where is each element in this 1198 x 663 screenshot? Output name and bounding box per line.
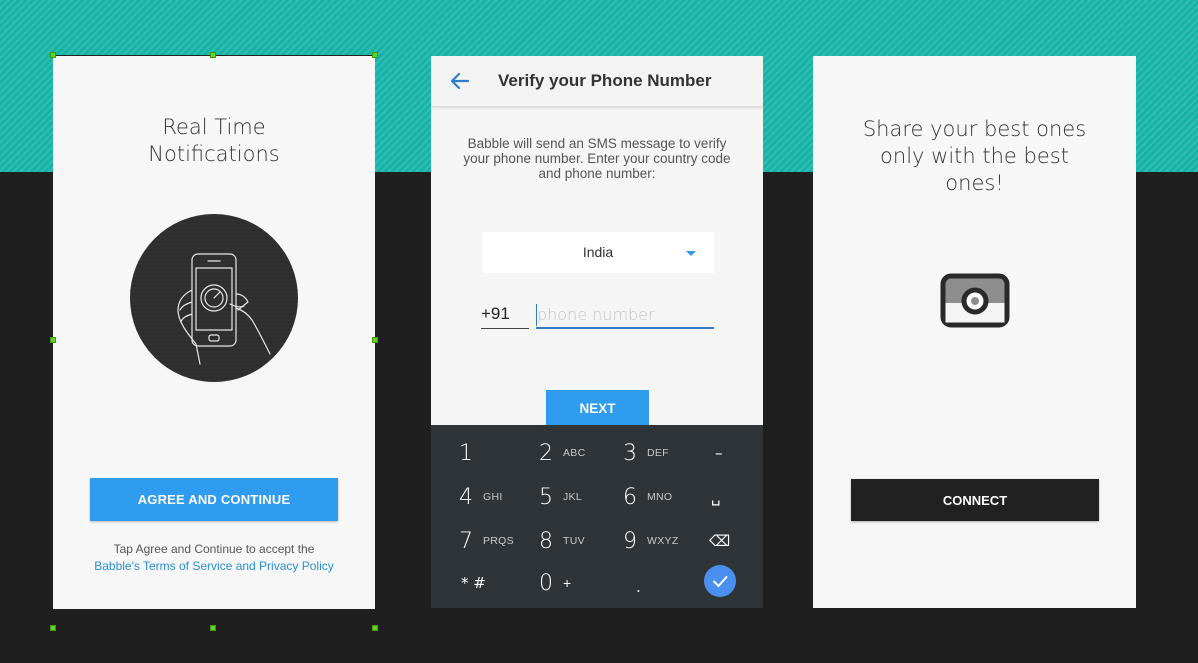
- key-3[interactable]: 3 DEF: [623, 431, 669, 475]
- resize-handle-top-center[interactable]: [210, 52, 216, 58]
- title-line-1: Real Time: [162, 115, 266, 139]
- camera-icon: [940, 273, 1010, 328]
- checkmark-icon: [713, 576, 728, 587]
- key-2-label: 2: [539, 440, 553, 466]
- key-8-label: 8: [539, 528, 553, 554]
- country-code-field[interactable]: +91: [481, 304, 529, 329]
- key-6-letters: MNO: [647, 491, 673, 503]
- backspace-key[interactable]: ⌫: [709, 519, 730, 563]
- resize-handle-top-right[interactable]: [372, 52, 378, 58]
- done-key[interactable]: [704, 565, 736, 597]
- caret-down-icon: [686, 251, 696, 256]
- key-4-letters: GHI: [483, 491, 503, 503]
- key-6[interactable]: 6 MNO: [623, 475, 672, 519]
- numeric-keyboard: 1 2 ABC 3 DEF – 4 GHI 5 JKL 6 MNO ␣ 7 PRQS 8 TU…: [431, 425, 763, 608]
- key-0-plus: +: [563, 575, 572, 591]
- hand-holding-phone-illustration: [130, 214, 298, 382]
- key-5-letters: JKL: [563, 491, 582, 503]
- key-2[interactable]: 2 ABC: [539, 431, 586, 475]
- key-0-label: 0: [539, 570, 553, 596]
- key-7-letters: PRQS: [483, 535, 514, 547]
- next-button[interactable]: NEXT: [546, 390, 649, 426]
- minus-key[interactable]: –: [715, 431, 723, 475]
- minus-icon: –: [715, 444, 723, 462]
- title-line-2: only with the best: [880, 144, 1069, 168]
- space-icon: ␣: [711, 488, 721, 506]
- connect-button[interactable]: CONNECT: [851, 479, 1099, 521]
- resize-handle-bottom-left[interactable]: [50, 625, 56, 631]
- share-screen: Share your best ones only with the best …: [813, 56, 1136, 608]
- key-1[interactable]: 1: [459, 431, 473, 475]
- key-4-label: 4: [459, 484, 473, 510]
- key-3-label: 3: [623, 440, 637, 466]
- key-4[interactable]: 4 GHI: [459, 475, 503, 519]
- title-line-2: Notifications: [148, 142, 280, 166]
- resize-handle-bottom-right[interactable]: [372, 625, 378, 631]
- terms-text: Tap Agree and Continue to accept the: [113, 542, 315, 556]
- resize-handle-bottom-center[interactable]: [210, 625, 216, 631]
- app-bar: Verify your Phone Number: [431, 56, 763, 107]
- country-dropdown[interactable]: India: [482, 232, 714, 273]
- key-7-label: 7: [459, 528, 473, 554]
- resize-handle-middle-left[interactable]: [50, 337, 56, 343]
- title-line-3: ones!: [945, 171, 1004, 195]
- terms-notice: Tap Agree and Continue to accept the Bab…: [53, 541, 375, 575]
- key-9-label: 9: [623, 528, 637, 554]
- key-3-letters: DEF: [647, 447, 669, 459]
- notifications-screen: Real Time Notifications AGREE AND CONTIN…: [53, 56, 375, 609]
- country-value: India: [582, 244, 614, 260]
- title-line-1: Share your best ones: [862, 117, 1087, 141]
- key-6-label: 6: [623, 484, 637, 510]
- resize-handle-top-left[interactable]: [50, 52, 56, 58]
- key-5[interactable]: 5 JKL: [539, 475, 582, 519]
- text-cursor: [536, 304, 537, 326]
- key-7[interactable]: 7 PRQS: [459, 519, 514, 563]
- terms-privacy-link[interactable]: Babble's Terms of Service and Privacy Po…: [53, 558, 375, 575]
- key-9[interactable]: 9 WXYZ: [623, 519, 679, 563]
- verify-description: Babble will send an SMS message to verif…: [463, 136, 731, 181]
- arrow-left-icon[interactable]: [449, 70, 471, 92]
- page-title: Verify your Phone Number: [498, 71, 712, 90]
- key-2-letters: ABC: [563, 447, 586, 459]
- resize-handle-middle-right[interactable]: [372, 337, 378, 343]
- key-8[interactable]: 8 TUV: [539, 519, 585, 563]
- screen-title: Share your best ones only with the best …: [813, 116, 1136, 197]
- star-hash-key[interactable]: * #: [461, 561, 486, 605]
- period-key[interactable]: .: [636, 565, 641, 608]
- screen-title: Real Time Notifications: [53, 114, 375, 168]
- period-label: .: [636, 578, 641, 596]
- key-1-label: 1: [459, 440, 473, 466]
- key-0[interactable]: 0 +: [539, 561, 571, 605]
- agree-and-continue-button[interactable]: AGREE AND CONTINUE: [90, 478, 338, 521]
- key-9-letters: WXYZ: [647, 535, 679, 547]
- verify-phone-screen: Verify your Phone Number Babble will sen…: [431, 56, 763, 608]
- phone-number-input[interactable]: [536, 302, 714, 329]
- space-key[interactable]: ␣: [711, 475, 721, 519]
- backspace-icon: ⌫: [709, 532, 731, 550]
- star-hash-label: * #: [461, 574, 486, 592]
- key-5-label: 5: [539, 484, 553, 510]
- key-8-letters: TUV: [563, 535, 585, 547]
